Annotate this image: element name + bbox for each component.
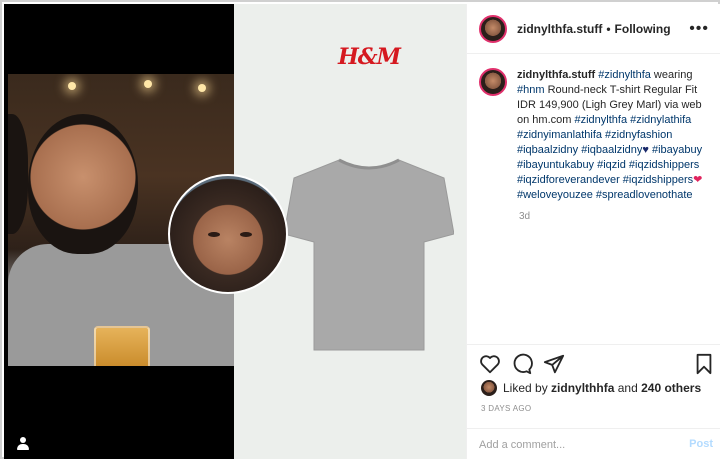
liker-username[interactable]: zidnylthhfa <box>551 381 614 395</box>
avatar[interactable] <box>479 14 507 43</box>
likes-summary: Liked by zidnylthhfa and 240 others <box>481 380 701 396</box>
paper-plane-icon[interactable] <box>543 353 565 375</box>
header-separator: • <box>606 21 611 36</box>
hashtag[interactable]: #zidnylthfa <box>598 69 651 81</box>
hm-logo: H&M <box>338 44 401 70</box>
drink-glass <box>94 326 150 366</box>
post-details-pane: zidnylthfa.stuff • Following ••• zidnylt… <box>466 4 720 459</box>
caption-avatar[interactable] <box>479 68 507 96</box>
post-button[interactable]: Post <box>689 438 713 450</box>
post-header: zidnylthfa.stuff • Following ••• <box>467 4 720 54</box>
post-timestamp: 3 DAYS AGO <box>481 404 532 413</box>
post-media[interactable]: H&M <box>4 4 466 459</box>
comment-box: Post <box>467 428 720 459</box>
more-dots-icon[interactable]: ••• <box>689 20 709 38</box>
caption-row: zidnylthfa.stuff #zidnylthfa wearing #hn… <box>479 68 717 203</box>
following-button[interactable]: Following <box>615 22 671 36</box>
action-bar <box>467 344 720 380</box>
comment-input[interactable] <box>479 436 669 454</box>
likes-count[interactable]: 240 others <box>641 381 701 395</box>
caption-age: 3d <box>519 211 531 222</box>
red-heart-emoji: ❤ <box>693 174 703 186</box>
bookmark-icon[interactable] <box>693 353 715 375</box>
heart-icon[interactable] <box>479 353 501 375</box>
hashtag-list[interactable]: #weloveyouzee #spreadlovenothate <box>517 189 693 201</box>
liker-avatar[interactable] <box>481 380 497 396</box>
comment-icon[interactable] <box>511 353 533 375</box>
hashtag[interactable]: #hnm <box>517 84 545 96</box>
grey-tshirt-image <box>284 158 454 351</box>
header-username[interactable]: zidnylthfa.stuff <box>517 22 602 36</box>
instagram-post-window: H&M zidnylthfa.stuff • Following ••• zid… <box>0 0 720 459</box>
caption-text: zidnylthfa.stuff #zidnylthfa wearing #hn… <box>517 69 703 201</box>
caption-username[interactable]: zidnylthfa.stuff <box>517 69 595 81</box>
user-tag-icon[interactable] <box>14 435 32 453</box>
portrait-circle <box>168 174 288 294</box>
